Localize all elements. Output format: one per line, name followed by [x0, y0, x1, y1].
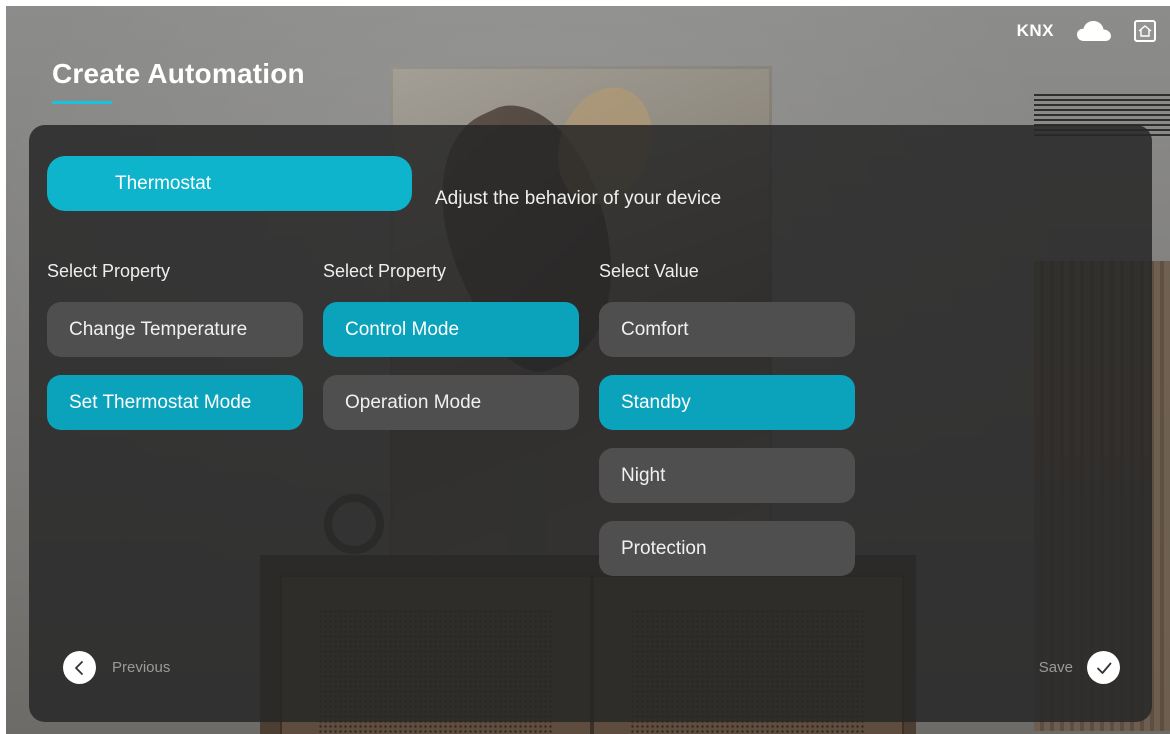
- home-gateway-icon[interactable]: [1134, 20, 1156, 42]
- chevron-left-icon[interactable]: [63, 651, 96, 684]
- page-title: Create Automation: [52, 58, 305, 89]
- device-selector-button[interactable]: Thermostat: [47, 156, 412, 211]
- cloud-icon[interactable]: [1076, 19, 1112, 43]
- option-protection[interactable]: Protection: [599, 521, 855, 576]
- device-description: Adjust the behavior of your device: [435, 188, 722, 209]
- option-change-temperature[interactable]: Change Temperature: [47, 302, 303, 357]
- option-operation-mode[interactable]: Operation Mode: [323, 375, 579, 430]
- option-night[interactable]: Night: [599, 448, 855, 503]
- column-label-property-2: Select Property: [323, 261, 447, 281]
- option-standby[interactable]: Standby: [599, 375, 855, 430]
- status-bar: KNX: [1017, 14, 1156, 48]
- option-set-thermostat-mode[interactable]: Set Thermostat Mode: [47, 375, 303, 430]
- previous-button[interactable]: Previous: [63, 651, 170, 684]
- option-control-mode[interactable]: Control Mode: [323, 302, 579, 357]
- knx-label: KNX: [1016, 21, 1054, 40]
- house-glyph: [1138, 25, 1152, 37]
- column-label-property-1: Select Property: [47, 261, 171, 281]
- title-underline: [52, 101, 112, 104]
- option-comfort[interactable]: Comfort: [599, 302, 855, 357]
- automation-panel: Thermostat Adjust the behavior of your d…: [29, 125, 1152, 722]
- save-button[interactable]: Save: [1039, 651, 1120, 684]
- checkmark-icon[interactable]: [1087, 651, 1120, 684]
- column-label-value: Select Value: [599, 261, 699, 281]
- save-label[interactable]: Save: [1039, 659, 1073, 676]
- previous-label[interactable]: Previous: [112, 659, 170, 676]
